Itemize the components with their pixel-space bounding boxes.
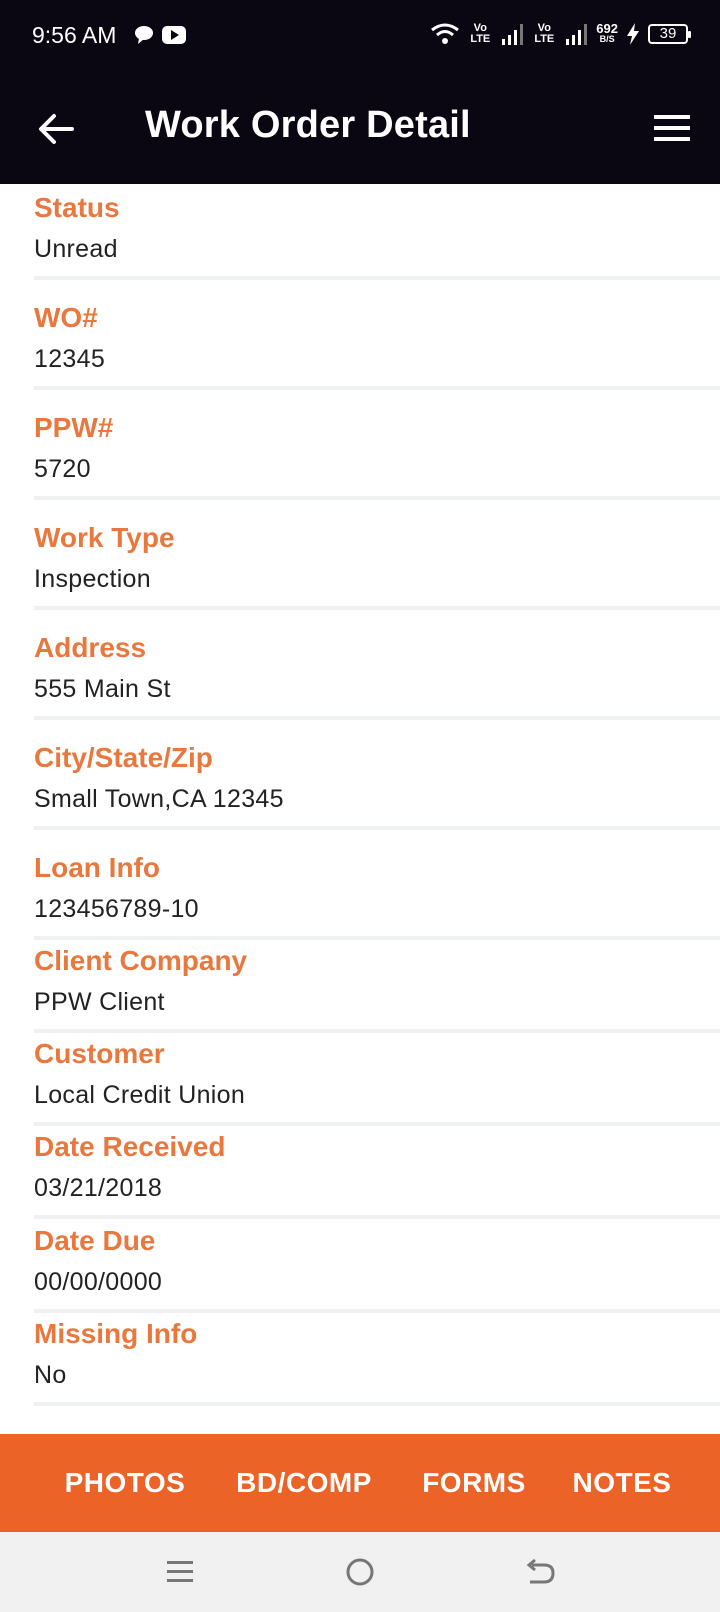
volte-badge-2: Vo LTE: [534, 22, 555, 45]
back-icon[interactable]: [522, 1554, 558, 1590]
field-label: Loan Info: [34, 852, 160, 883]
volte-badge-1: Vo LTE: [470, 22, 491, 45]
back-arrow-icon[interactable]: [36, 109, 76, 149]
field-label: Date Received: [34, 1131, 226, 1162]
divider: [34, 276, 720, 280]
field-label: PPW#: [34, 412, 114, 443]
divider: [34, 826, 720, 830]
divider: [34, 386, 720, 390]
field-label: Work Type: [34, 522, 175, 553]
field-value: 555 Main St: [34, 675, 171, 703]
divider: [34, 1122, 720, 1126]
divider: [34, 1029, 720, 1033]
youtube-icon: [162, 26, 186, 44]
field-label: City/State/Zip: [34, 742, 213, 773]
tab-bd-comp[interactable]: BD/COMP: [224, 1434, 384, 1532]
divider: [34, 716, 720, 720]
tab-photos[interactable]: PHOTOS: [48, 1434, 202, 1532]
field-value: Small Town,CA 12345: [34, 785, 284, 813]
page-title: Work Order Detail: [145, 104, 471, 146]
field-value: Unread: [34, 235, 118, 263]
divider: [34, 1402, 720, 1406]
field-value: 123456789-10: [34, 895, 199, 923]
divider: [34, 496, 720, 500]
hamburger-menu-icon[interactable]: [654, 110, 690, 146]
battery-indicator: 39: [648, 24, 691, 44]
field-label: Address: [34, 632, 147, 663]
field-value: 12345: [34, 345, 106, 373]
status-bar: 9:56 AM Vo LTE Vo LTE 692 B/S 39: [0, 0, 720, 74]
status-time: 9:56 AM: [32, 22, 117, 48]
divider: [34, 1309, 720, 1313]
field-label: Customer: [34, 1038, 165, 1069]
field-label: Client Company: [34, 945, 248, 976]
home-icon[interactable]: [342, 1554, 378, 1590]
charging-bolt-icon: [627, 23, 639, 45]
field-value: 03/21/2018: [34, 1174, 163, 1202]
chat-bubble-icon: [135, 26, 153, 44]
field-value: Local Credit Union: [34, 1081, 246, 1109]
field-label: WO#: [34, 302, 98, 333]
field-value: 00/00/0000: [34, 1268, 163, 1296]
app-bar: Work Order Detail: [0, 74, 720, 184]
field-value: 5720: [34, 455, 91, 483]
system-nav-bar: [0, 1532, 720, 1612]
wifi-icon: [431, 23, 460, 44]
signal-icon-1: [502, 24, 524, 45]
field-label: Status: [34, 192, 120, 223]
network-speed-value: 692: [596, 21, 618, 36]
field-value: Inspection: [34, 565, 151, 593]
field-value: PPW Client: [34, 988, 165, 1016]
tab-forms[interactable]: FORMS: [406, 1434, 542, 1532]
divider: [34, 1215, 720, 1219]
field-label: Missing Info: [34, 1318, 198, 1349]
divider: [34, 936, 720, 940]
signal-icon-2: [566, 24, 588, 45]
bottom-action-bar: PHOTOS BD/COMP FORMS NOTES: [0, 1434, 720, 1532]
recents-icon[interactable]: [162, 1554, 198, 1590]
divider: [34, 606, 720, 610]
tab-notes[interactable]: NOTES: [562, 1434, 682, 1532]
field-label: Date Due: [34, 1225, 156, 1256]
field-value: No: [34, 1361, 67, 1389]
